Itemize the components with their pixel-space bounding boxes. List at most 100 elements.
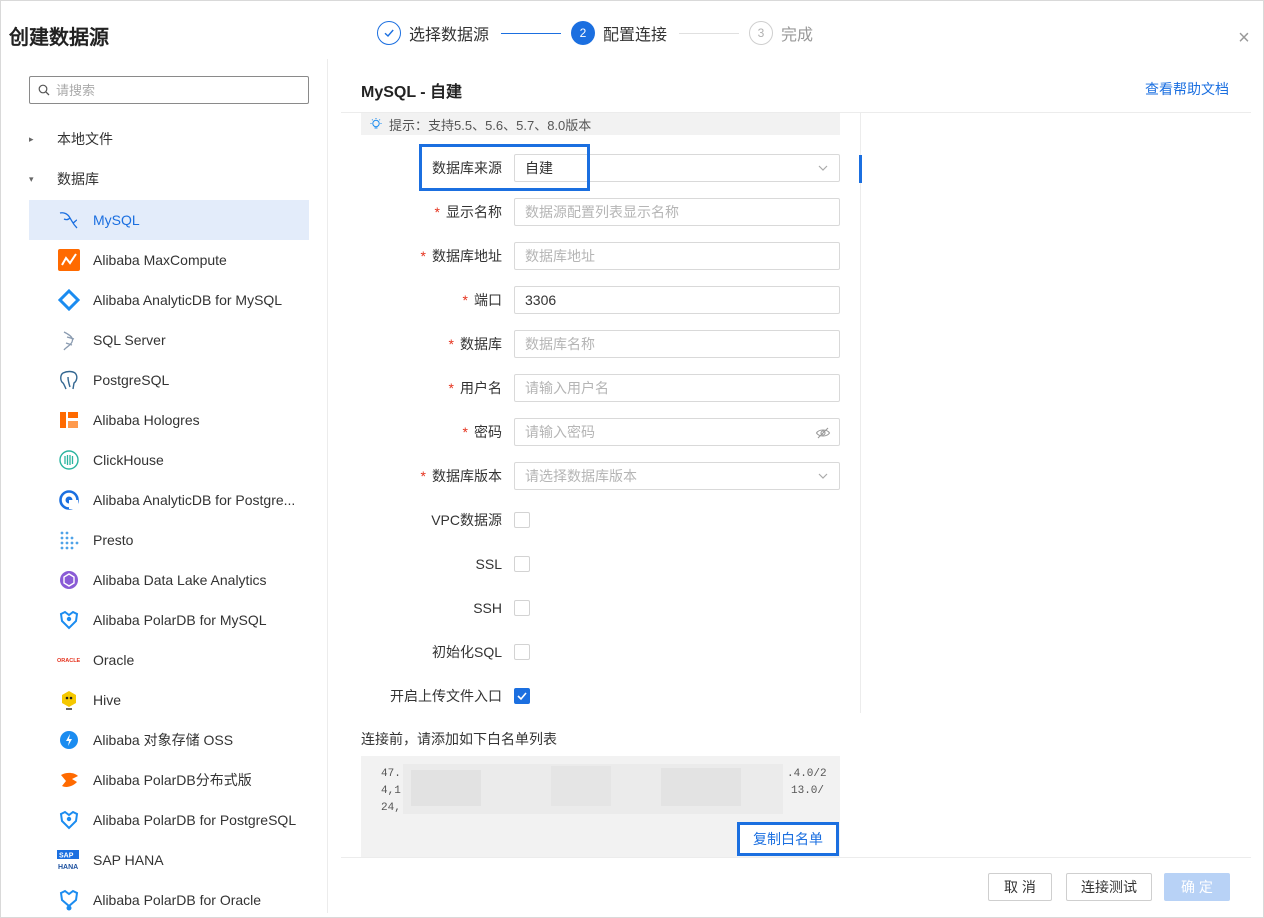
lightbulb-icon [370,118,382,129]
sidebar-item-label: Alibaba Data Lake Analytics [93,572,267,588]
sidebar-item-sqlserver[interactable]: SQL Server [29,320,309,360]
search-input[interactable] [56,82,296,98]
sidebar-item-clickhouse[interactable]: ClickHouse [29,440,309,480]
sidebar-item-label: MySQL [93,212,140,228]
confirm-button[interactable]: 确 定 [1164,873,1230,901]
sidebar-item-polardb-pg[interactable]: Alibaba PolarDB for PostgreSQL [29,800,309,840]
init-sql-checkbox[interactable] [514,644,530,660]
label-text: 密码 [474,424,502,440]
sidebar-item-label: SAP HANA [93,852,164,868]
sidebar-item-maxcompute[interactable]: Alibaba MaxCompute [29,240,309,280]
field-label: 数据库来源 [432,160,502,176]
panel-title: MySQL - 自建 [361,84,463,101]
search-icon [38,84,50,96]
svg-text:HANA: HANA [58,864,78,871]
sidebar-item-mysql[interactable]: MySQL [29,200,309,240]
sidebar-item-analyticdb-mysql[interactable]: Alibaba AnalyticDB for MySQL [29,280,309,320]
divider [860,113,861,713]
version-select[interactable]: 请选择数据库版本 [514,462,840,490]
maxcompute-icon [57,248,81,272]
required-mark: * [462,292,468,308]
whitelist-line: .4.0/2 [787,768,827,780]
sidebar-item-postgresql[interactable]: PostgreSQL [29,360,309,400]
field-label: * 密码 [463,418,502,446]
tree-node-database[interactable]: ▾ 数据库 [29,159,309,199]
oss-cloud-icon [57,728,81,752]
field-source: 数据库来源 自建 [361,154,840,182]
sidebar-item-polardb-mysql[interactable]: Alibaba PolarDB for MySQL [29,600,309,640]
field-version: * 数据库版本 请选择数据库版本 [361,462,840,490]
cancel-button[interactable]: 取 消 [988,873,1052,901]
mysql-dolphin-icon [57,208,81,232]
panel-header: MySQL - 自建 查看帮助文档 [341,59,1251,113]
sidebar-item-label: Alibaba 对象存储 OSS [93,732,234,748]
required-mark: * [420,248,426,264]
step-finish: 3 完成 [749,21,813,45]
step-number: 2 [571,21,595,45]
field-label: * 数据库 [449,330,502,358]
whitelist-line: 4,1 [381,785,401,797]
field-host: * 数据库地址 数据库地址 [361,242,840,270]
tip-text: 提示：支持5.5、5.6、5.7、8.0版本 [389,117,592,133]
whitelist-line: 13.0/ [791,785,825,797]
tree-node-local-files[interactable]: ▸ 本地文件 [29,119,309,159]
redacted-area [661,768,741,806]
field-port: * 端口 3306 [361,286,840,314]
hive-icon [57,688,81,712]
sidebar-item-oracle[interactable]: ORACLE Oracle [29,640,309,680]
sidebar-item-polardb-oracle[interactable]: Alibaba PolarDB for Oracle [29,880,309,913]
sidebar-item-data-lake-analytics[interactable]: Alibaba Data Lake Analytics [29,560,309,600]
data-lake-icon [57,568,81,592]
sidebar-item-label: Alibaba PolarDB for Oracle [93,892,262,908]
password-input[interactable]: 请输入密码 [514,418,840,446]
caret-down-icon: ▾ [29,173,34,184]
test-connection-button[interactable]: 连接测试 [1066,873,1152,901]
sidebar-item-sap-hana[interactable]: SAP HANA SAP HANA [29,840,309,880]
polardb-mysql-icon [57,608,81,632]
database-input[interactable]: 数据库名称 [514,330,840,358]
username-input[interactable]: 请输入用户名 [514,374,840,402]
sidebar-item-hive[interactable]: Hive [29,680,309,720]
ssl-checkbox[interactable] [514,556,530,572]
redacted-area [411,770,481,806]
search-box [29,76,309,104]
oracle-logo-icon: ORACLE [57,648,81,672]
field-label: * 用户名 [449,374,502,402]
help-doc-link[interactable]: 查看帮助文档 [1145,79,1229,99]
redacted-area [551,766,611,806]
copy-whitelist-button[interactable]: 复制白名单 [737,822,839,856]
field-label: 初始化SQL [431,644,502,660]
sidebar-item-polardb-x[interactable]: Alibaba PolarDB分布式版 [29,760,309,800]
close-icon[interactable]: × [1235,28,1253,48]
required-mark: * [462,424,468,440]
display-name-input[interactable]: 数据源配置列表显示名称 [514,198,840,226]
label-text: 显示名称 [446,204,502,220]
vpc-checkbox[interactable] [514,512,530,528]
field-label: SSL [475,556,502,572]
label-text: 端口 [474,292,502,308]
version-tip: 提示：支持5.5、5.6、5.7、8.0版本 [361,113,840,135]
sidebar-item-label: Alibaba PolarDB分布式版 [93,772,252,788]
sidebar-item-label: Oracle [93,652,135,668]
required-mark: * [434,204,440,220]
label-text: 数据库地址 [432,248,502,264]
sidebar-item-hologres[interactable]: Alibaba Hologres [29,400,309,440]
host-input[interactable]: 数据库地址 [514,242,840,270]
label-text: 用户名 [460,380,502,396]
sidebar-item-presto[interactable]: Presto [29,520,309,560]
sidebar-item-oss[interactable]: Alibaba 对象存储 OSS [29,720,309,760]
input-placeholder: 请输入密码 [525,424,595,440]
tree-node-label: 本地文件 [57,131,113,147]
dialog-title: 创建数据源 [9,27,109,49]
eye-hidden-icon[interactable] [815,425,831,441]
tree-node-label: 数据库 [57,171,99,187]
source-select[interactable]: 自建 [514,154,840,182]
sidebar-item-label: Alibaba AnalyticDB for Postgre... [93,492,296,508]
port-input[interactable]: 3306 [514,286,840,314]
polardb-pg-icon [57,808,81,832]
presto-icon [57,528,81,552]
create-datasource-dialog: 创建数据源 选择数据源 2 配置连接 3 完成 × ▸ 本地文件 [0,0,1264,918]
sidebar-item-analyticdb-pg[interactable]: Alibaba AnalyticDB for Postgre... [29,480,309,520]
upload-entry-checkbox[interactable] [514,688,530,704]
ssh-checkbox[interactable] [514,600,530,616]
